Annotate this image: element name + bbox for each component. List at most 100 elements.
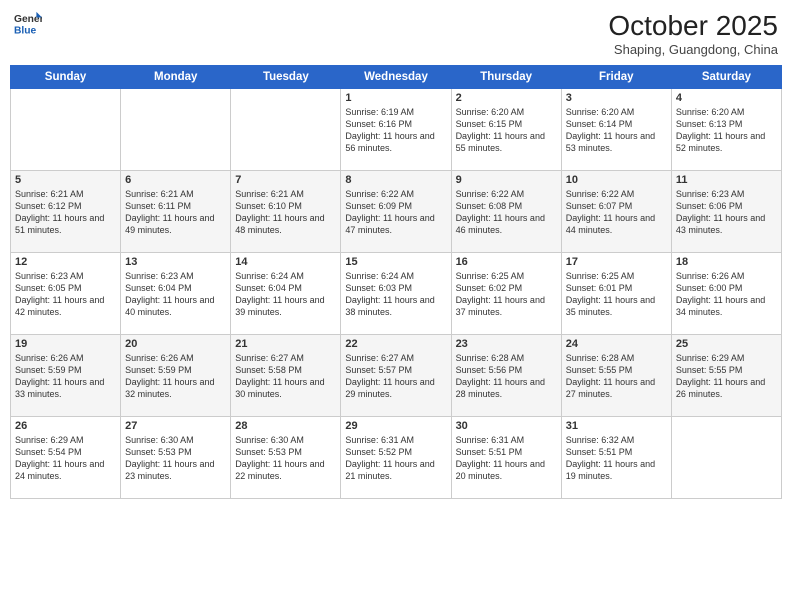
calendar-cell: 13 Sunrise: 6:23 AMSunset: 6:04 PMDayligh… xyxy=(121,253,231,335)
calendar-cell: 14 Sunrise: 6:24 AMSunset: 6:04 PMDayligh… xyxy=(231,253,341,335)
day-info: Sunrise: 6:27 AMSunset: 5:57 PMDaylight:… xyxy=(345,352,446,401)
day-info: Sunrise: 6:31 AMSunset: 5:51 PMDaylight:… xyxy=(456,434,557,483)
day-number: 31 xyxy=(566,420,667,432)
calendar-cell: 3Sunrise: 6:20 AMSunset: 6:14 PMDaylight… xyxy=(561,89,671,171)
calendar-cell: 16 Sunrise: 6:25 AMSunset: 6:02 PMDayligh… xyxy=(451,253,561,335)
calendar-cell: 19 Sunrise: 6:26 AMSunset: 5:59 PMDayligh… xyxy=(11,335,121,417)
calendar-cell: 15 Sunrise: 6:24 AMSunset: 6:03 PMDayligh… xyxy=(341,253,451,335)
day-number: 17 xyxy=(566,256,667,268)
calendar-week-row: 19 Sunrise: 6:26 AMSunset: 5:59 PMDayligh… xyxy=(11,335,782,417)
weekday-header-row: SundayMondayTuesdayWednesdayThursdayFrid… xyxy=(11,66,782,89)
day-number: 6 xyxy=(125,174,226,186)
day-info: Sunrise: 6:28 AMSunset: 5:56 PMDaylight:… xyxy=(456,352,557,401)
logo: General Blue xyxy=(14,10,42,38)
weekday-header-wednesday: Wednesday xyxy=(341,66,451,89)
day-info: Sunrise: 6:20 AMSunset: 6:13 PMDaylight:… xyxy=(676,106,777,155)
calendar-cell: 8 Sunrise: 6:22 AMSunset: 6:09 PMDaylight… xyxy=(341,171,451,253)
calendar-cell: 5 Sunrise: 6:21 AMSunset: 6:12 PMDaylight… xyxy=(11,171,121,253)
day-info: Sunrise: 6:24 AMSunset: 6:04 PMDaylight:… xyxy=(235,270,336,319)
calendar-cell: 10Sunrise: 6:22 AMSunset: 6:07 PMDayligh… xyxy=(561,171,671,253)
title-block: October 2025 Shaping, Guangdong, China xyxy=(608,10,778,57)
day-number: 25 xyxy=(676,338,777,350)
day-info: Sunrise: 6:31 AMSunset: 5:52 PMDaylight:… xyxy=(345,434,446,483)
calendar-cell: 31 Sunrise: 6:32 AMSunset: 5:51 PMDayligh… xyxy=(561,417,671,499)
calendar-cell: 20Sunrise: 6:26 AMSunset: 5:59 PMDayligh… xyxy=(121,335,231,417)
calendar-table: SundayMondayTuesdayWednesdayThursdayFrid… xyxy=(10,65,782,499)
weekday-header-sunday: Sunday xyxy=(11,66,121,89)
day-number: 22 xyxy=(345,338,446,350)
day-number: 14 xyxy=(235,256,336,268)
day-info: Sunrise: 6:22 AMSunset: 6:07 PMDaylight:… xyxy=(566,188,667,237)
day-number: 16 xyxy=(456,256,557,268)
day-number: 11 xyxy=(676,174,777,186)
day-number: 20 xyxy=(125,338,226,350)
calendar-cell: 17Sunrise: 6:25 AMSunset: 6:01 PMDayligh… xyxy=(561,253,671,335)
day-info: Sunrise: 6:30 AMSunset: 5:53 PMDaylight:… xyxy=(125,434,226,483)
calendar-cell: 11 Sunrise: 6:23 AMSunset: 6:06 PMDayligh… xyxy=(671,171,781,253)
day-info: Sunrise: 6:21 AMSunset: 6:10 PMDaylight:… xyxy=(235,188,336,237)
day-info: Sunrise: 6:30 AMSunset: 5:53 PMDaylight:… xyxy=(235,434,336,483)
day-info: Sunrise: 6:22 AMSunset: 6:08 PMDaylight:… xyxy=(456,188,557,237)
logo-icon: General Blue xyxy=(14,10,42,38)
day-info: Sunrise: 6:20 AMSunset: 6:14 PMDaylight:… xyxy=(566,106,667,155)
day-info: Sunrise: 6:23 AMSunset: 6:04 PMDaylight:… xyxy=(125,270,226,319)
month-title: October 2025 xyxy=(608,10,778,42)
day-info: Sunrise: 6:21 AMSunset: 6:11 PMDaylight:… xyxy=(125,188,226,237)
day-info: Sunrise: 6:27 AMSunset: 5:58 PMDaylight:… xyxy=(235,352,336,401)
calendar-cell xyxy=(11,89,121,171)
day-number: 1 xyxy=(345,92,446,104)
day-number: 4 xyxy=(676,92,777,104)
day-info: Sunrise: 6:23 AMSunset: 6:06 PMDaylight:… xyxy=(676,188,777,237)
location-subtitle: Shaping, Guangdong, China xyxy=(608,42,778,57)
day-number: 27 xyxy=(125,420,226,432)
day-number: 29 xyxy=(345,420,446,432)
calendar-cell: 9 Sunrise: 6:22 AMSunset: 6:08 PMDaylight… xyxy=(451,171,561,253)
calendar-cell: 4 Sunrise: 6:20 AMSunset: 6:13 PMDaylight… xyxy=(671,89,781,171)
day-number: 21 xyxy=(235,338,336,350)
day-number: 18 xyxy=(676,256,777,268)
day-number: 30 xyxy=(456,420,557,432)
calendar-week-row: 26Sunrise: 6:29 AMSunset: 5:54 PMDayligh… xyxy=(11,417,782,499)
day-info: Sunrise: 6:22 AMSunset: 6:09 PMDaylight:… xyxy=(345,188,446,237)
day-number: 8 xyxy=(345,174,446,186)
weekday-header-saturday: Saturday xyxy=(671,66,781,89)
day-info: Sunrise: 6:25 AMSunset: 6:02 PMDaylight:… xyxy=(456,270,557,319)
day-info: Sunrise: 6:28 AMSunset: 5:55 PMDaylight:… xyxy=(566,352,667,401)
day-number: 23 xyxy=(456,338,557,350)
calendar-cell: 29 Sunrise: 6:31 AMSunset: 5:52 PMDayligh… xyxy=(341,417,451,499)
calendar-cell: 22 Sunrise: 6:27 AMSunset: 5:57 PMDayligh… xyxy=(341,335,451,417)
day-info: Sunrise: 6:32 AMSunset: 5:51 PMDaylight:… xyxy=(566,434,667,483)
weekday-header-thursday: Thursday xyxy=(451,66,561,89)
calendar-week-row: 1 Sunrise: 6:19 AMSunset: 6:16 PMDaylight… xyxy=(11,89,782,171)
weekday-header-tuesday: Tuesday xyxy=(231,66,341,89)
day-info: Sunrise: 6:29 AMSunset: 5:55 PMDaylight:… xyxy=(676,352,777,401)
day-info: Sunrise: 6:21 AMSunset: 6:12 PMDaylight:… xyxy=(15,188,116,237)
calendar-cell: 6 Sunrise: 6:21 AMSunset: 6:11 PMDaylight… xyxy=(121,171,231,253)
day-info: Sunrise: 6:24 AMSunset: 6:03 PMDaylight:… xyxy=(345,270,446,319)
day-number: 19 xyxy=(15,338,116,350)
day-number: 12 xyxy=(15,256,116,268)
calendar-cell: 27 Sunrise: 6:30 AMSunset: 5:53 PMDayligh… xyxy=(121,417,231,499)
calendar-cell: 2Sunrise: 6:20 AMSunset: 6:15 PMDaylight… xyxy=(451,89,561,171)
calendar-cell: 21 Sunrise: 6:27 AMSunset: 5:58 PMDayligh… xyxy=(231,335,341,417)
day-number: 5 xyxy=(15,174,116,186)
calendar-cell: 12Sunrise: 6:23 AMSunset: 6:05 PMDayligh… xyxy=(11,253,121,335)
day-number: 24 xyxy=(566,338,667,350)
day-number: 7 xyxy=(235,174,336,186)
calendar-cell: 26Sunrise: 6:29 AMSunset: 5:54 PMDayligh… xyxy=(11,417,121,499)
calendar-cell xyxy=(671,417,781,499)
day-info: Sunrise: 6:26 AMSunset: 6:00 PMDaylight:… xyxy=(676,270,777,319)
day-info: Sunrise: 6:26 AMSunset: 5:59 PMDaylight:… xyxy=(15,352,116,401)
svg-text:Blue: Blue xyxy=(14,25,37,36)
calendar-cell: 23 Sunrise: 6:28 AMSunset: 5:56 PMDayligh… xyxy=(451,335,561,417)
day-number: 15 xyxy=(345,256,446,268)
day-number: 9 xyxy=(456,174,557,186)
calendar-cell: 24 Sunrise: 6:28 AMSunset: 5:55 PMDayligh… xyxy=(561,335,671,417)
calendar-cell xyxy=(231,89,341,171)
day-info: Sunrise: 6:19 AMSunset: 6:16 PMDaylight:… xyxy=(345,106,446,155)
calendar-week-row: 5 Sunrise: 6:21 AMSunset: 6:12 PMDaylight… xyxy=(11,171,782,253)
calendar-week-row: 12Sunrise: 6:23 AMSunset: 6:05 PMDayligh… xyxy=(11,253,782,335)
calendar-cell: 28Sunrise: 6:30 AMSunset: 5:53 PMDayligh… xyxy=(231,417,341,499)
day-number: 13 xyxy=(125,256,226,268)
calendar-cell: 18 Sunrise: 6:26 AMSunset: 6:00 PMDayligh… xyxy=(671,253,781,335)
